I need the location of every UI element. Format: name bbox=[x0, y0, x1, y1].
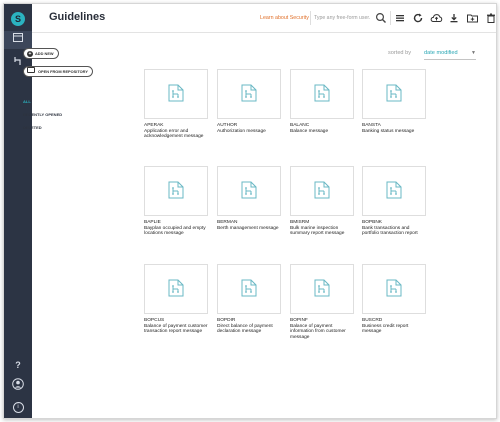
search-icon[interactable] bbox=[375, 12, 387, 24]
filter-deleted[interactable]: DELETED bbox=[23, 125, 42, 130]
guideline-card[interactable]: BUSCRD Business credit report message bbox=[362, 264, 426, 335]
card-thumbnail[interactable] bbox=[290, 69, 354, 119]
list-view-icon[interactable] bbox=[394, 12, 406, 24]
card-description: Bayplan occupied and empty locations mes… bbox=[144, 225, 206, 237]
download-icon[interactable] bbox=[448, 12, 460, 24]
guideline-card[interactable]: BMISRM Bulk marine inspection summary rep… bbox=[290, 166, 354, 237]
document-mapping-icon bbox=[168, 84, 184, 107]
filter-recently-opened[interactable]: RECENTLY OPENED bbox=[23, 112, 62, 117]
info-label: i bbox=[12, 402, 24, 413]
card-description: Balance of payment information from cust… bbox=[290, 323, 346, 340]
card-description: Banking status message bbox=[362, 128, 415, 134]
guideline-card[interactable]: BOPDIR Direct balance of payment declarat… bbox=[217, 264, 281, 335]
sort-value: date modified bbox=[424, 50, 458, 56]
open-from-repository-button[interactable]: OPEN FROM REPOSITORY bbox=[23, 66, 93, 77]
document-mapping-icon bbox=[241, 279, 257, 302]
card-thumbnail[interactable] bbox=[217, 264, 281, 314]
document-mapping-icon bbox=[386, 279, 402, 302]
info-icon[interactable]: i bbox=[10, 400, 26, 414]
add-folder-icon[interactable] bbox=[466, 12, 478, 24]
folder-icon bbox=[27, 67, 35, 73]
guidelines-nav-icon[interactable] bbox=[10, 33, 26, 47]
document-mapping-icon bbox=[386, 84, 402, 107]
guideline-card[interactable]: BOPCUS Balance of payment customer transa… bbox=[144, 264, 208, 335]
chevron-down-icon: ▼ bbox=[471, 50, 476, 56]
help-icon[interactable]: ? bbox=[10, 358, 26, 372]
guideline-card[interactable]: BERMAN Berth management message bbox=[217, 166, 281, 231]
card-thumbnail[interactable] bbox=[290, 264, 354, 314]
cloud-upload-icon[interactable] bbox=[430, 12, 443, 24]
card-thumbnail[interactable] bbox=[217, 166, 281, 216]
add-new-button[interactable]: + ADD NEW bbox=[23, 48, 59, 59]
open-repo-label: OPEN FROM REPOSITORY bbox=[38, 69, 88, 74]
trash-icon[interactable] bbox=[485, 12, 496, 24]
guideline-card[interactable]: APERAK Application error and acknowledgem… bbox=[144, 69, 208, 140]
card-thumbnail[interactable] bbox=[217, 69, 281, 119]
plus-icon: + bbox=[27, 50, 33, 57]
card-thumbnail[interactable] bbox=[362, 166, 426, 216]
header-divider bbox=[310, 11, 311, 25]
card-thumbnail[interactable] bbox=[144, 264, 208, 314]
header-divider bbox=[390, 11, 391, 25]
card-thumbnail[interactable] bbox=[362, 264, 426, 314]
card-thumbnail[interactable] bbox=[144, 166, 208, 216]
document-mapping-icon bbox=[241, 181, 257, 204]
card-description: Bank transactions and portfolio transact… bbox=[362, 225, 418, 237]
document-mapping-icon bbox=[314, 84, 330, 107]
card-thumbnail[interactable] bbox=[362, 69, 426, 119]
sort-dropdown[interactable]: date modified ▼ bbox=[424, 50, 476, 60]
card-description: Berth management message bbox=[217, 225, 279, 231]
guideline-card[interactable]: BOPBNK Bank transactions and portfolio tr… bbox=[362, 166, 426, 237]
document-mapping-icon bbox=[314, 181, 330, 204]
guideline-card[interactable]: BOPINF Balance of payment information fro… bbox=[290, 264, 354, 340]
card-description: Balance of payment customer transaction … bbox=[144, 323, 208, 335]
card-description: Application error and acknowledgement me… bbox=[144, 128, 204, 140]
page-title: Guidelines bbox=[49, 11, 106, 23]
card-description: Direct balance of payment declaration me… bbox=[217, 323, 273, 335]
refresh-icon[interactable] bbox=[412, 12, 424, 24]
filter-all[interactable]: ALL bbox=[23, 99, 31, 104]
card-description: Balance message bbox=[290, 128, 329, 134]
guideline-card[interactable]: AUTHOR Authorization message bbox=[217, 69, 281, 134]
add-new-label: ADD NEW bbox=[35, 51, 54, 56]
user-avatar-icon[interactable] bbox=[10, 378, 26, 392]
card-description: Business credit report message bbox=[362, 323, 409, 335]
learn-about-security-link[interactable]: Learn about Security bbox=[260, 15, 309, 21]
guideline-card[interactable]: BAPLIE Bayplan occupied and empty locatio… bbox=[144, 166, 208, 237]
app-logo: S bbox=[11, 12, 25, 26]
guideline-card[interactable]: BALANC Balance message bbox=[290, 69, 354, 134]
document-mapping-icon bbox=[314, 279, 330, 302]
search-input[interactable] bbox=[314, 13, 370, 23]
card-thumbnail[interactable] bbox=[144, 69, 208, 119]
top-header: Guidelines Learn about Security bbox=[32, 4, 496, 33]
document-mapping-icon bbox=[168, 279, 184, 302]
document-mapping-icon bbox=[168, 181, 184, 204]
document-mapping-icon bbox=[241, 84, 257, 107]
guideline-card[interactable]: BANSTA Banking status message bbox=[362, 69, 426, 134]
app-window: S ? i Guidelines Learn about Security Ty… bbox=[3, 3, 497, 419]
document-mapping-icon bbox=[386, 181, 402, 204]
card-thumbnail[interactable] bbox=[290, 166, 354, 216]
card-description: Authorization message bbox=[217, 128, 266, 134]
sorted-by-label: sorted by bbox=[388, 50, 412, 56]
card-description: Bulk marine inspection summary report me… bbox=[290, 225, 345, 237]
